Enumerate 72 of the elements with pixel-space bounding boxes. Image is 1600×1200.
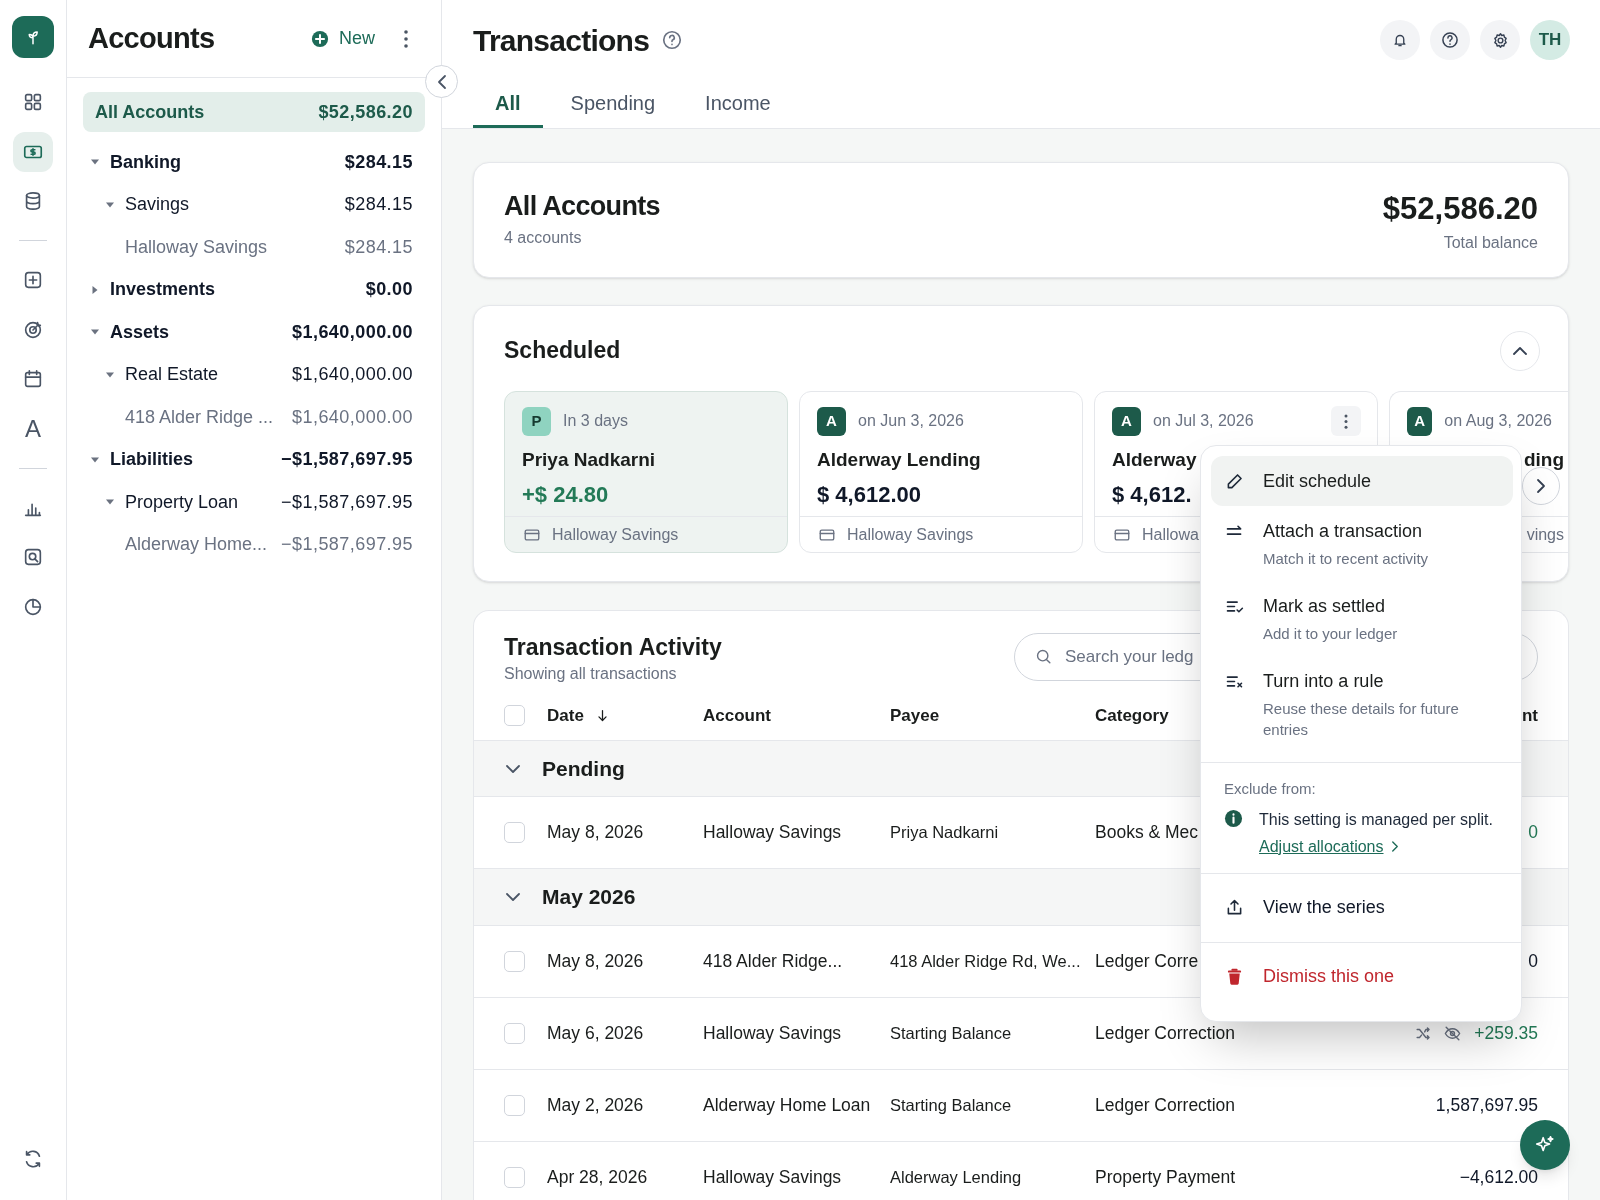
payee-avatar: P xyxy=(522,406,551,436)
menu-item-hint: Match it to recent activity xyxy=(1263,549,1430,569)
due-date: on Aug 3, 2026 xyxy=(1444,411,1552,431)
payee-avatar: A xyxy=(817,406,846,436)
amount-cell-text: +259.35 xyxy=(1474,1022,1538,1046)
total-balance: $52,586.20 xyxy=(1382,191,1538,227)
account-balance: $284.15 xyxy=(344,150,413,174)
payee-avatar: A xyxy=(1407,406,1433,436)
page-title: Transactions xyxy=(473,22,650,59)
section-title: Transaction Activity xyxy=(504,633,722,662)
payee-avatar: A xyxy=(1112,406,1141,436)
payee-cell-text: Priya Nadkarni xyxy=(890,822,999,844)
account-name: Hallowa xyxy=(1142,524,1199,545)
category-cell-text: Ledger Corre xyxy=(1095,950,1199,974)
summary-title: All Accounts xyxy=(504,190,660,222)
payee-cell-text: Starting Balance xyxy=(890,1023,1012,1045)
scheduled-amount: $ 4,612. xyxy=(1112,481,1192,509)
scheduled-amount: +$ 24.80 xyxy=(522,481,609,509)
due-date: on Jul 3, 2026 xyxy=(1153,411,1254,431)
payee-cell-text: Starting Balance xyxy=(890,1095,1012,1117)
section-subtitle: Showing all transactions xyxy=(504,664,678,684)
payee-cell-text: Alderway Lending xyxy=(890,1167,1022,1189)
account-balance: $284.15 xyxy=(344,193,413,217)
account-cell-text: Halloway Savings xyxy=(703,1166,842,1190)
account-balance: −$1,587,697.95 xyxy=(281,448,413,472)
section-label: Exclude from: xyxy=(1224,779,1317,799)
scheduled-amount: $ 4,612.00 xyxy=(817,481,921,509)
account-name: vings xyxy=(1526,524,1564,545)
account-balance: −$1,587,697.95 xyxy=(281,533,413,557)
amount-cell-text: −4,612.00 xyxy=(1459,1166,1538,1190)
account-cell-text: Alderway Home Loan xyxy=(703,1094,871,1118)
account-balance: $1,640,000.00 xyxy=(292,363,413,387)
payee-name: Alderway Lending xyxy=(817,448,981,472)
panel-title: Accounts xyxy=(88,20,215,56)
due-date: on Jun 3, 2026 xyxy=(858,411,964,431)
account-count: 4 accounts xyxy=(504,228,583,248)
account-cell-text: Halloway Savings xyxy=(703,821,842,845)
account-name: All Accounts xyxy=(95,100,205,124)
date-cell-text: Apr 28, 2026 xyxy=(547,1166,648,1190)
date-cell-text: May 8, 2026 xyxy=(547,950,644,974)
date-cell-text: May 2, 2026 xyxy=(547,1094,644,1118)
account-name: Halloway Savings xyxy=(847,524,974,545)
amount-cell-text: 0 xyxy=(1528,821,1538,845)
account-balance: $1,640,000.00 xyxy=(292,405,413,429)
category-cell-text: Books & Mec xyxy=(1095,821,1199,845)
account-cell-text: 418 Alder Ridge... xyxy=(703,950,843,974)
date-cell-text: May 8, 2026 xyxy=(547,821,644,845)
account-balance: −$1,587,697.95 xyxy=(281,490,413,514)
due-date: In 3 days xyxy=(563,411,628,431)
amount-cell-text: 0 xyxy=(1528,950,1538,974)
payee-cell-text: 418 Alder Ridge Rd, We... xyxy=(890,951,1081,973)
group-label: May 2026 xyxy=(542,884,636,911)
info-text: This setting is managed per split. xyxy=(1259,809,1494,830)
menu-item-hint: Add it to your ledger xyxy=(1263,624,1399,644)
account-balance: $52,586.20 xyxy=(318,100,413,124)
total-balance-label: Total balance xyxy=(1443,233,1538,253)
amount-cell-text: 1,587,697.95 xyxy=(1435,1094,1538,1118)
payee-name: ding xyxy=(1523,448,1564,472)
section-title: Scheduled xyxy=(504,336,621,366)
account-balance: $284.15 xyxy=(344,235,413,259)
date-cell-text: May 6, 2026 xyxy=(547,1022,644,1046)
category-cell-text: Ledger Correction xyxy=(1095,1094,1236,1118)
account-balance: $1,640,000.00 xyxy=(292,320,413,344)
account-balance: $0.00 xyxy=(365,278,413,302)
account-name: Halloway Savings xyxy=(552,524,679,545)
payee-name: Alderway xyxy=(1112,448,1197,472)
group-label: Pending xyxy=(542,755,625,782)
category-cell-text: Ledger Correction xyxy=(1095,1022,1236,1046)
menu-item-hint: Reuse these details for future entries xyxy=(1263,699,1460,740)
account-cell-text: Halloway Savings xyxy=(703,1022,842,1046)
payee-name: Priya Nadkarni xyxy=(522,448,656,472)
category-cell-text: Property Payment xyxy=(1095,1166,1236,1190)
